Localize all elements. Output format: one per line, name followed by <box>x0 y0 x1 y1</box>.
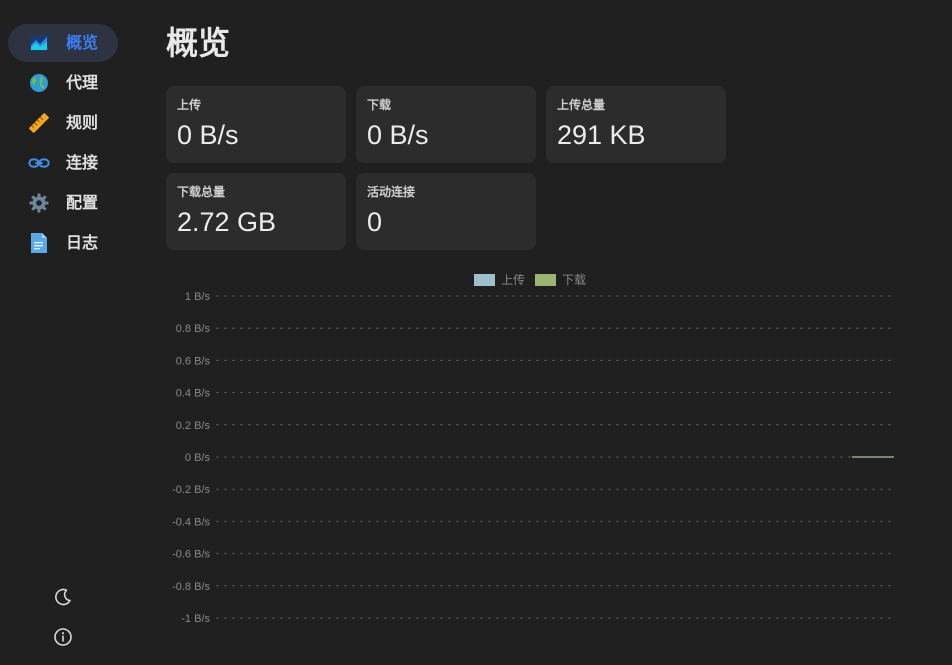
info-icon[interactable] <box>52 626 74 648</box>
sidebar-item-proxy[interactable]: 代理 <box>8 64 118 102</box>
y-tick-label: 0 B/s <box>185 452 211 464</box>
stat-label: 下载 <box>367 98 392 112</box>
sidebar-item-connections[interactable]: 连接 <box>8 144 118 182</box>
gear-icon <box>28 192 50 214</box>
y-tick-label: 0.4 B/s <box>176 388 211 400</box>
traffic-chart: 上传 下载 1 B/s 0.8 B/s 0.6 B/s 0.4 B/s 0.2 B/s 0 B… <box>160 268 900 630</box>
legend-label: 下载 <box>562 273 586 287</box>
stat-value: 0 B/s <box>177 120 239 150</box>
sidebar: 概览 代理 规则 连接 配置 日志 <box>0 0 130 665</box>
y-tick-label: -0.2 B/s <box>172 484 210 496</box>
sidebar-item-overview[interactable]: 概览 <box>8 24 118 62</box>
sidebar-item-label: 规则 <box>66 113 99 132</box>
stat-card-download-total: 下载总量 2.72 GB <box>166 173 346 250</box>
chart-icon <box>28 32 50 54</box>
legend-swatch <box>535 274 556 286</box>
y-tick-label: -1 B/s <box>181 613 210 625</box>
sidebar-item-rules[interactable]: 规则 <box>8 104 118 142</box>
sidebar-item-config[interactable]: 配置 <box>8 184 118 222</box>
link-icon <box>28 152 50 174</box>
stat-value: 0 B/s <box>367 120 429 150</box>
stat-label: 上传 <box>177 98 202 112</box>
sidebar-item-label: 连接 <box>66 153 99 172</box>
y-tick-label: 1 B/s <box>185 291 211 303</box>
y-tick-label: -0.4 B/s <box>172 516 210 528</box>
y-tick-label: -0.6 B/s <box>172 549 210 561</box>
sidebar-item-label: 配置 <box>66 193 99 212</box>
sidebar-item-logs[interactable]: 日志 <box>8 224 118 262</box>
y-tick-label: 0.2 B/s <box>176 420 211 432</box>
y-tick-label: -0.8 B/s <box>172 581 210 593</box>
stat-card-upload-total: 上传总量 291 KB <box>546 86 726 163</box>
sidebar-item-label: 概览 <box>66 33 99 52</box>
stat-value: 0 <box>367 207 383 237</box>
legend-swatch <box>474 274 495 286</box>
traffic-chart-svg: 上传 下载 1 B/s 0.8 B/s 0.6 B/s 0.4 B/s 0.2 B/s 0 B… <box>172 272 894 625</box>
sidebar-item-label: 日志 <box>66 233 99 252</box>
y-tick-label: 0.8 B/s <box>176 323 211 335</box>
sidebar-item-label: 代理 <box>66 73 99 92</box>
stat-value: 291 KB <box>557 120 646 150</box>
stat-card-active-connections: 活动连接 0 <box>356 173 536 250</box>
page-title: 概览 <box>166 24 231 62</box>
stat-card-upload: 上传 0 B/s <box>166 86 346 163</box>
moon-icon[interactable] <box>52 586 74 608</box>
stat-card-download: 下载 0 B/s <box>356 86 536 163</box>
stat-value: 2.72 GB <box>177 207 277 237</box>
stat-label: 下载总量 <box>177 185 226 199</box>
ruler-icon <box>28 112 50 134</box>
document-icon <box>28 232 50 254</box>
legend-label: 上传 <box>501 272 525 287</box>
stat-label: 活动连接 <box>367 185 416 199</box>
globe-icon <box>28 72 50 94</box>
stat-label: 上传总量 <box>557 98 606 112</box>
y-tick-label: 0.6 B/s <box>176 355 211 367</box>
